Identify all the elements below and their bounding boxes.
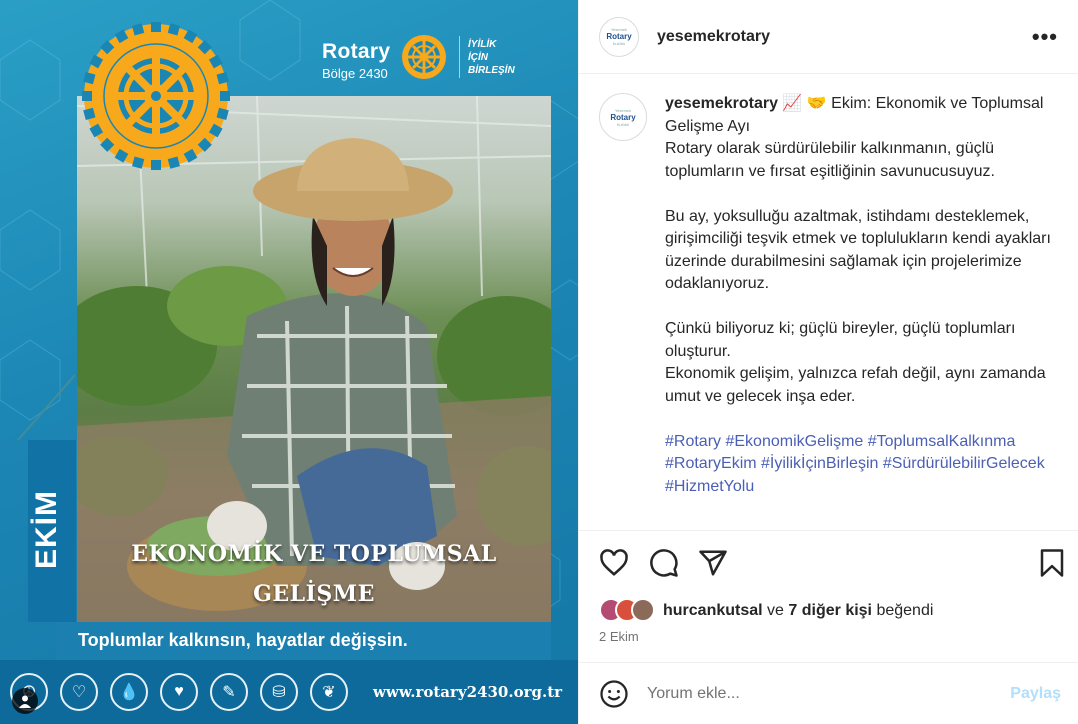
- education-icon: ✎: [210, 673, 248, 711]
- health-icon: ♡: [60, 673, 98, 711]
- mother-child-icon: ♥: [160, 673, 198, 711]
- action-bar: [579, 530, 1078, 590]
- caption-username[interactable]: yesemekrotary: [665, 95, 778, 112]
- slogan-divider: [459, 36, 460, 78]
- caption-emoji: 📈 🤝: [782, 95, 827, 112]
- tagged-users-icon[interactable]: [12, 688, 38, 714]
- water-icon: 💧: [110, 673, 148, 711]
- avatar-line-3: Kulübü: [612, 41, 626, 46]
- likes-connector: ve: [767, 602, 784, 619]
- tagline: Toplumlar kalkınsın, hayatlar değişsin.: [78, 630, 408, 650]
- comment-icon[interactable]: [649, 548, 679, 578]
- share-icon[interactable]: [698, 548, 728, 578]
- farmer-photo: EKONOMİK VE TOPLUMSAL GELİŞME AYI: [77, 96, 551, 622]
- economy-icon: ⛁: [260, 673, 298, 711]
- title-line-1: EKONOMİK VE TOPLUMSAL GELİŞME: [131, 541, 497, 607]
- liker-avatars: [599, 598, 663, 624]
- district-name: Bölge 2430: [322, 66, 388, 81]
- caption-area[interactable]: Yesemek Rotary Kulübü yesemekrotary 📈 🤝 …: [579, 75, 1078, 530]
- org-name: Rotary: [322, 40, 391, 63]
- caption-avatar[interactable]: Yesemek Rotary Kulübü: [599, 93, 647, 141]
- avatar-line-3: Kulübü: [616, 121, 630, 127]
- liker-avatar[interactable]: [631, 598, 655, 622]
- caption-row: Yesemek Rotary Kulübü yesemekrotary 📈 🤝 …: [599, 93, 1059, 498]
- bookmark-icon[interactable]: [1037, 548, 1067, 578]
- month-theme-title: EKONOMİK VE TOPLUMSAL GELİŞME AYI: [77, 534, 551, 622]
- district-logo: Rotary Bölge 2430: [322, 40, 390, 81]
- more-options-icon[interactable]: •••: [1032, 24, 1058, 50]
- caption-text: yesemekrotary 📈 🤝 Ekim: Ekonomik ve Topl…: [665, 93, 1059, 498]
- caption-paragraph-3: Çünkü biliyoruz ki; güçlü bireyler, güçl…: [665, 320, 1046, 405]
- month-label: EKİM: [30, 490, 63, 570]
- title-line-2: AYI: [77, 614, 551, 622]
- website-link: www.rotary2430.org.tr: [373, 683, 563, 701]
- avatar[interactable]: Yesemek Rotary Kulübü: [599, 16, 639, 57]
- avatar-line-2: Rotary: [606, 32, 632, 41]
- post-date[interactable]: 2 Ekim: [599, 629, 639, 644]
- post-header: Yesemek Rotary Kulübü yesemekrotary •••: [579, 0, 1078, 74]
- comment-bar: Paylaş: [579, 662, 1078, 724]
- post-comment-button[interactable]: Paylaş: [1010, 685, 1061, 703]
- liker-username[interactable]: hurcankutsal: [663, 602, 763, 619]
- focus-area-icons: ☮ ♡ 💧 ♥ ✎ ⛁ ❦: [10, 673, 348, 711]
- likes-others[interactable]: 7 diğer kişi: [788, 602, 872, 619]
- rotary-emblem-icon: [82, 22, 230, 170]
- environment-icon: ❦: [310, 673, 348, 711]
- header-username[interactable]: yesemekrotary: [657, 28, 770, 46]
- like-heart-icon[interactable]: [599, 548, 629, 578]
- caption-paragraph-2: Bu ay, yoksulluğu azaltmak, istihdamı de…: [665, 207, 1056, 293]
- likes-suffix: beğendi: [876, 602, 934, 619]
- emoji-icon[interactable]: [599, 679, 629, 709]
- rotary-wheel-icon: [402, 35, 446, 79]
- likes-summary: hurcankutsal ve 7 diğer kişi beğendi: [599, 598, 933, 624]
- avatar-line-2: Rotary: [610, 112, 636, 122]
- likes-text: hurcankutsal ve 7 diğer kişi beğendi: [663, 602, 933, 620]
- post-image[interactable]: Rotary Bölge 2430 İYİLİK İÇİN BİRLEŞİN E…: [0, 0, 578, 724]
- comment-input[interactable]: [647, 684, 1011, 703]
- slogan: İYİLİK İÇİN BİRLEŞİN: [468, 39, 515, 76]
- post-panel: Yesemek Rotary Kulübü yesemekrotary ••• …: [578, 0, 1078, 724]
- hashtags[interactable]: #Rotary #EkonomikGelişme #ToplumsalKalkı…: [665, 431, 1059, 499]
